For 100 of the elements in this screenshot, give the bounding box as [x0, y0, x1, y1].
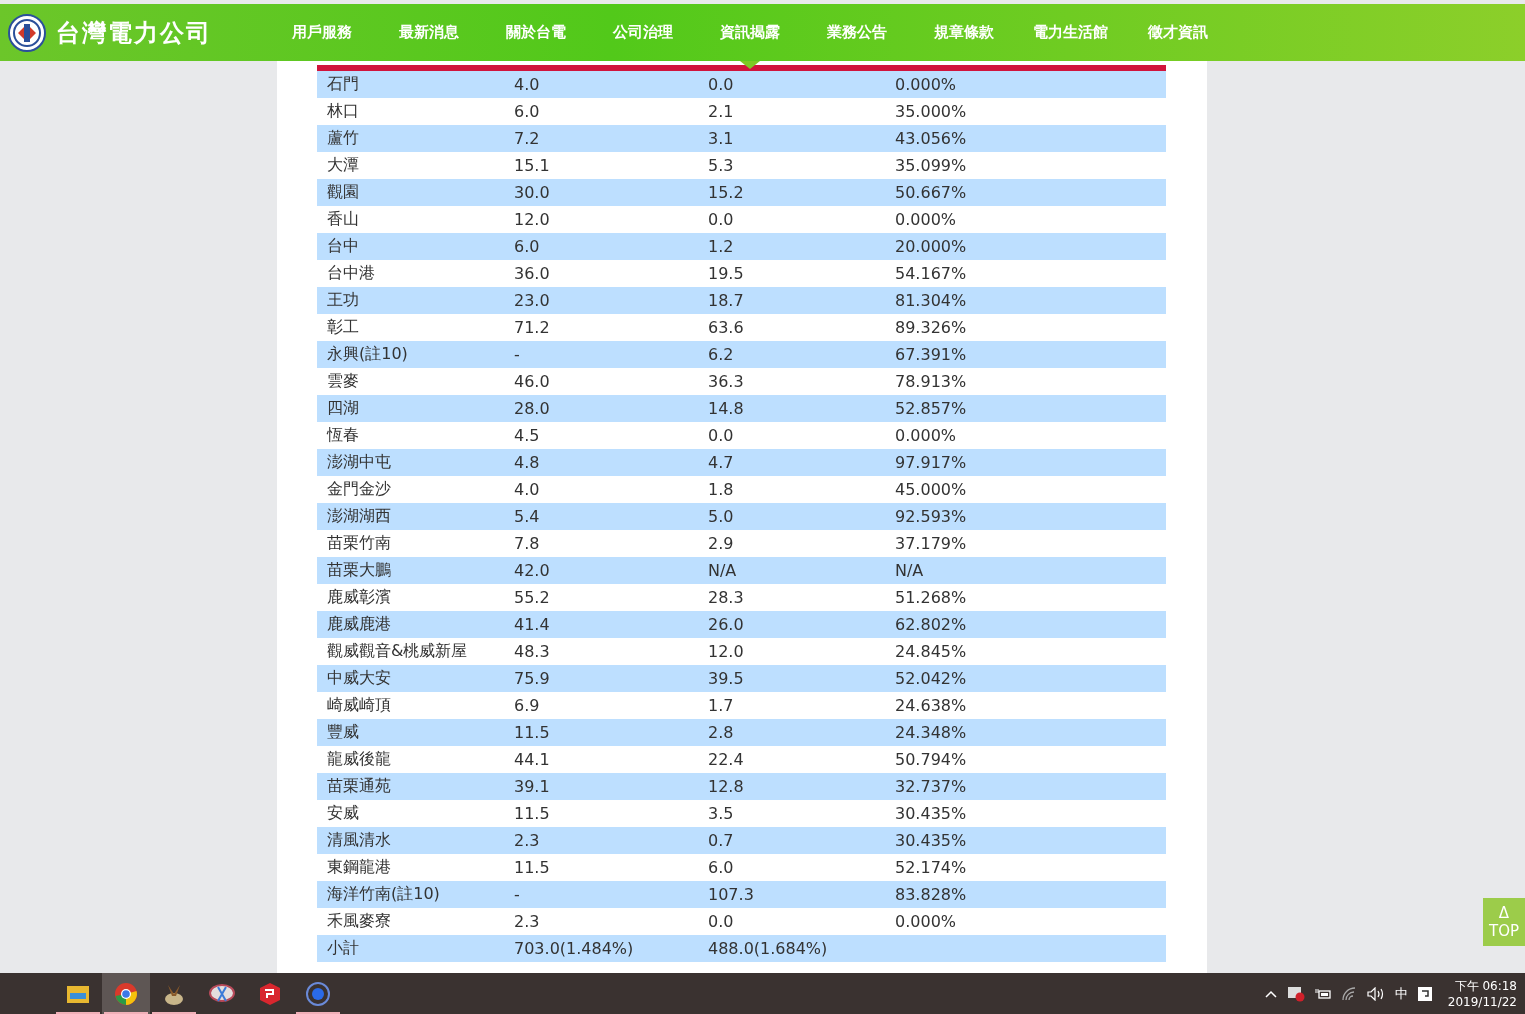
- table-cell-text: -: [514, 885, 521, 904]
- table-cell-text: 52.857%: [895, 399, 968, 418]
- table-cell-text: 崎威崎頂: [327, 695, 392, 716]
- table-cell-text: 14.8: [708, 399, 745, 418]
- table-cell-text: 0.7: [708, 831, 735, 850]
- table-cell-text: 36.3: [708, 372, 745, 391]
- globe-icon: [306, 981, 330, 1006]
- nav-link[interactable]: 最新消息: [375, 4, 482, 61]
- nav-link[interactable]: 電力生活館: [1017, 4, 1124, 61]
- nav-link[interactable]: 關於台電: [482, 4, 589, 61]
- table-cell-text: 45.000%: [895, 480, 968, 499]
- cube-icon: [259, 981, 281, 1006]
- table-cell-text: 觀園: [327, 182, 360, 203]
- table-cell-text: -: [514, 345, 521, 364]
- table-cell-text: 1.8: [708, 480, 735, 499]
- table-cell-text: 71.2: [514, 318, 551, 337]
- table-cell-text: 6.0: [514, 237, 541, 256]
- table-cell-text: 恆春: [327, 425, 360, 446]
- table-cell-text: 小計: [327, 938, 360, 959]
- clock-time[interactable]: 下午 06:18: [1454, 977, 1517, 994]
- table-cell-text: 香山: [327, 209, 360, 230]
- table-cell-text: 48.3: [514, 642, 551, 661]
- table-cell-text: 苗栗竹南: [327, 533, 392, 554]
- notification-icon[interactable]: [1417, 986, 1432, 1001]
- table-cell-text: 36.0: [514, 264, 551, 283]
- speaker-icon[interactable]: [1366, 986, 1385, 1001]
- table-cell-text: 1.7: [708, 696, 735, 715]
- table-cell-text: 3.1: [708, 129, 735, 148]
- table-cell-text: 30.435%: [895, 804, 968, 823]
- table-cell-text: 39.5: [708, 669, 745, 688]
- table-cell-text: 51.268%: [895, 588, 968, 607]
- table-cell-text: 海洋竹南(註10): [327, 884, 441, 905]
- table-cell-text: 41.4: [514, 615, 551, 634]
- table-cell-text: 7.2: [514, 129, 541, 148]
- chevron-up-icon[interactable]: [1264, 989, 1277, 998]
- table-cell-text: 23.0: [514, 291, 551, 310]
- table-cell-text: 52.174%: [895, 858, 968, 877]
- table-cell-text: 28.3: [708, 588, 745, 607]
- table-cell-text: 89.326%: [895, 318, 968, 337]
- table-cell-text: 四湖: [327, 398, 360, 419]
- table-cell-text: 81.304%: [895, 291, 968, 310]
- table-cell-text: 0.000%: [895, 75, 957, 94]
- table-cell-text: 67.391%: [895, 345, 968, 364]
- table-cell-text: 30.0: [514, 183, 551, 202]
- table-cell-text: 83.828%: [895, 885, 968, 904]
- table-cell-text: 19.5: [708, 264, 745, 283]
- logo-text[interactable]: 台灣電力公司: [56, 16, 212, 49]
- table-cell-text: 37.179%: [895, 534, 968, 553]
- table-cell-text: 32.737%: [895, 777, 968, 796]
- table-cell-text: 澎湖中屯: [327, 452, 392, 473]
- table-cell-text: 15.1: [514, 156, 551, 175]
- back-to-top-button[interactable]: Δ TOP: [1483, 898, 1525, 946]
- table-cell-text: 禾風麥寮: [327, 911, 392, 932]
- table-cell-text: 75.9: [514, 669, 551, 688]
- table-cell-text: 0.0: [708, 210, 735, 229]
- table-cell-text: 6.2: [708, 345, 735, 364]
- table-cell-text: 50.794%: [895, 750, 968, 769]
- table-cell-text: 97.917%: [895, 453, 968, 472]
- battery-icon[interactable]: [1314, 987, 1331, 1000]
- table-cell-text: 大潭: [327, 155, 360, 176]
- table-cell-text: 7.8: [514, 534, 541, 553]
- clock-date[interactable]: 2019/11/22: [1447, 993, 1517, 1010]
- table-cell-text: 安威: [327, 803, 360, 824]
- table-cell-text: 0.000%: [895, 210, 957, 229]
- table-cell-text: 52.042%: [895, 669, 968, 688]
- table-cell-text: 2.3: [514, 912, 541, 931]
- table-cell-text: 台中: [327, 236, 360, 257]
- table-cell-text: 24.348%: [895, 723, 968, 742]
- nav-link[interactable]: 徵才資訊: [1124, 4, 1231, 61]
- table-cell-text: 30.435%: [895, 831, 968, 850]
- table-cell-text: 0.0: [708, 912, 735, 931]
- nav-link[interactable]: 規章條款: [910, 4, 1017, 61]
- table-cell-text: 78.913%: [895, 372, 968, 391]
- table-cell-text: 石門: [327, 74, 360, 95]
- table-cell-text: 金門金沙: [327, 479, 392, 500]
- table-cell-text: 11.5: [514, 723, 551, 742]
- nav-link[interactable]: 資訊揭露: [696, 4, 803, 61]
- browser-icon: [114, 981, 138, 1006]
- nav-link[interactable]: 用戶服務: [268, 4, 375, 61]
- table-cell-text: 12.0: [514, 210, 551, 229]
- table-cell-text: 6.0: [708, 858, 735, 877]
- table-cell-text: 703.0(1.484%): [514, 939, 635, 958]
- table-cell-text: 2.1: [708, 102, 735, 121]
- table-cell-text: 11.5: [514, 804, 551, 823]
- table-cell-text: 台中港: [327, 263, 376, 284]
- table-cell-text: 清風清水: [327, 830, 392, 851]
- table-cell-text: 5.4: [514, 507, 541, 526]
- table-cell-text: 28.0: [514, 399, 551, 418]
- table-cell-text: 44.1: [514, 750, 551, 769]
- table-cell-text: 王功: [327, 290, 360, 311]
- table-cell-text: 苗栗大鵬: [327, 560, 392, 581]
- table-cell-text: 46.0: [514, 372, 551, 391]
- table-cell-text: 50.667%: [895, 183, 968, 202]
- table-cell-text: 22.4: [708, 750, 745, 769]
- input-method-indicator[interactable]: 中: [1394, 984, 1408, 1003]
- table-cell-text: 6.0: [514, 102, 541, 121]
- wifi-icon[interactable]: [1340, 986, 1357, 1001]
- table-cell-text: 20.000%: [895, 237, 968, 256]
- nav-link[interactable]: 公司治理: [589, 4, 696, 61]
- nav-link[interactable]: 業務公告: [803, 4, 910, 61]
